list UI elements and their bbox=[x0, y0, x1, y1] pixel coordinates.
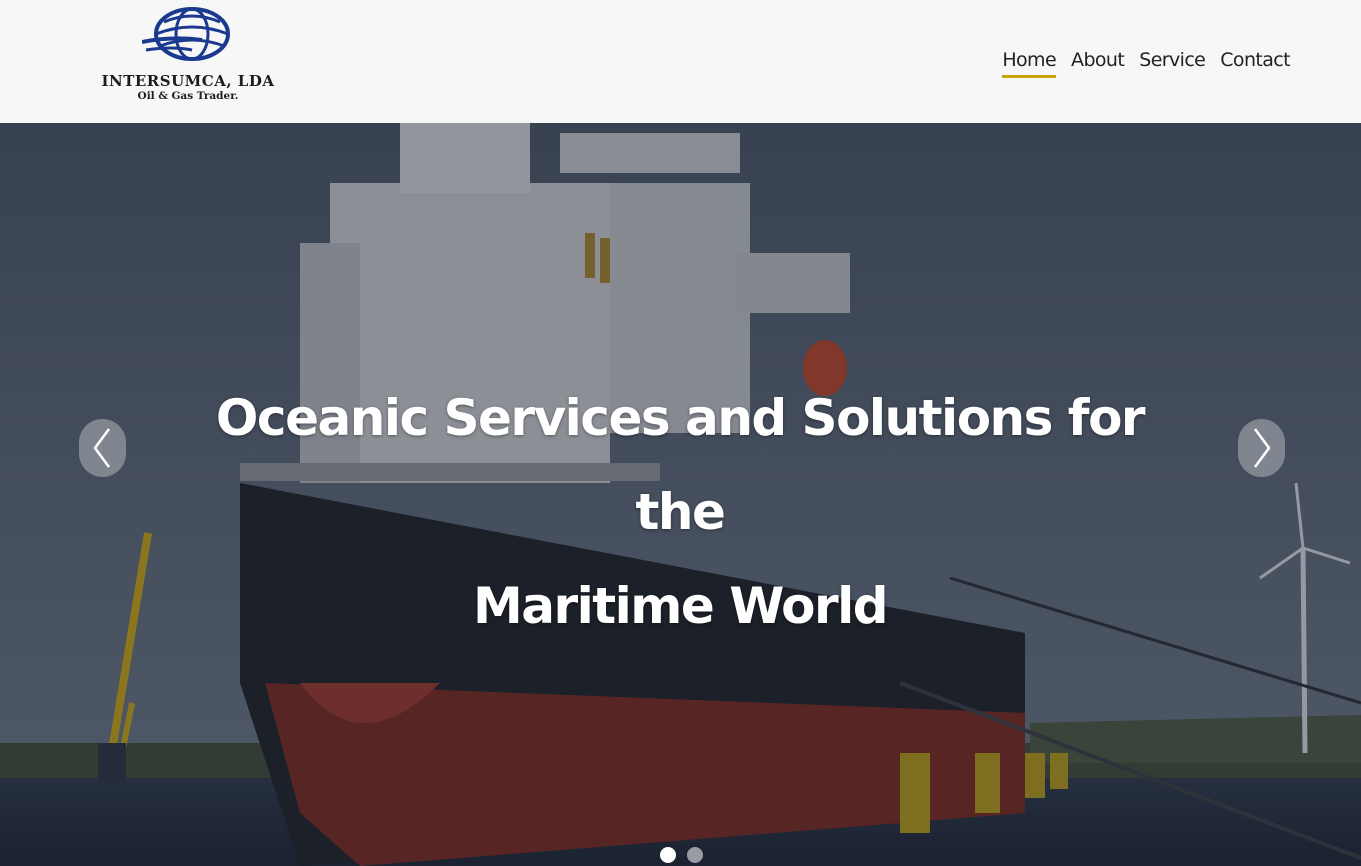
carousel-next-button[interactable] bbox=[1238, 419, 1285, 477]
hero-headline: Oceanic Services and Solutions for the M… bbox=[180, 371, 1180, 653]
nav-about[interactable]: About bbox=[1071, 49, 1125, 78]
hero-carousel: Oceanic Services and Solutions for the M… bbox=[0, 123, 1361, 866]
carousel-prev-button[interactable] bbox=[79, 419, 126, 477]
globe-icon bbox=[142, 7, 230, 61]
chevron-right-icon bbox=[1253, 428, 1271, 468]
hero-headline-line-1: Oceanic Services and Solutions for the bbox=[215, 389, 1146, 541]
carousel-indicator-1[interactable] bbox=[660, 847, 676, 863]
nav-home[interactable]: Home bbox=[1002, 49, 1057, 78]
logo[interactable]: INTERSUMCA, LDA Oil & Gas Trader. bbox=[88, 6, 288, 106]
carousel-indicator-2[interactable] bbox=[687, 847, 703, 863]
chevron-left-icon bbox=[93, 428, 111, 468]
main-nav: Home About Service Contact bbox=[1002, 49, 1291, 78]
site-header: INTERSUMCA, LDA Oil & Gas Trader. Home A… bbox=[0, 0, 1361, 123]
nav-contact[interactable]: Contact bbox=[1220, 49, 1290, 78]
hero-headline-line-2: Maritime World bbox=[472, 577, 889, 635]
brand-tagline: Oil & Gas Trader. bbox=[137, 90, 239, 102]
brand-name: INTERSUMCA, LDA bbox=[101, 72, 275, 90]
nav-service[interactable]: Service bbox=[1139, 49, 1206, 78]
carousel-indicators bbox=[660, 847, 703, 863]
